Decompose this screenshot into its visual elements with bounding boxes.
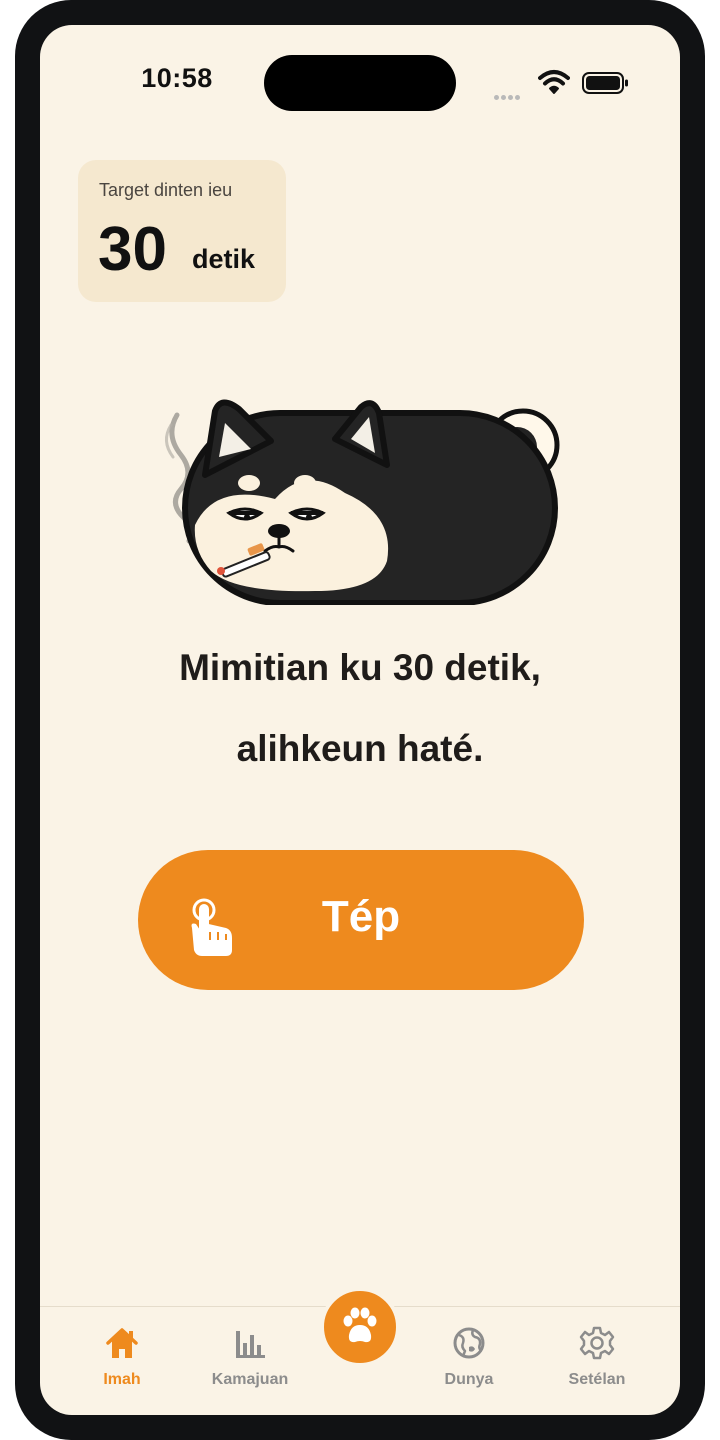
bar-chart-icon — [236, 1331, 265, 1358]
battery-icon — [582, 72, 628, 94]
tab-home[interactable]: Imah — [67, 1325, 177, 1395]
tab-settings[interactable]: Setélan — [542, 1325, 652, 1395]
tab-progress[interactable]: Kamajuan — [195, 1325, 305, 1395]
daily-target-value: 30 — [98, 215, 167, 284]
home-indicator — [40, 1401, 680, 1415]
paw-button[interactable] — [320, 1287, 400, 1367]
tap-button[interactable]: Tép — [138, 850, 584, 990]
tap-hand-icon — [191, 898, 232, 956]
headline-line-2: alihkeun haté. — [236, 728, 484, 769]
wifi-icon — [538, 70, 570, 94]
daily-target-card: Target dinten ieu 30 detik — [78, 160, 286, 302]
tab-world-label: Dunya — [444, 1371, 494, 1388]
globe-icon — [453, 1327, 485, 1359]
status-time: 10:58 — [141, 63, 213, 93]
daily-target-unit: detik — [192, 244, 256, 274]
gear-icon — [579, 1326, 615, 1360]
smoking-shiba-dog-illustration — [165, 399, 560, 605]
daily-target-label: Target dinten ieu — [99, 180, 233, 200]
tab-home-label: Imah — [103, 1371, 141, 1388]
paw-icon — [343, 1307, 377, 1343]
app-screen: 10:58 Target dinten ieu 30 detik Mimitia… — [40, 25, 680, 1415]
home-icon — [106, 1328, 138, 1358]
tab-progress-label: Kamajuan — [211, 1371, 289, 1388]
tab-world[interactable]: Dunya — [414, 1325, 524, 1395]
signal-icon — [494, 87, 530, 100]
tab-settings-label: Setélan — [568, 1371, 626, 1388]
tap-button-label: Tép — [321, 892, 401, 941]
dynamic-island — [264, 55, 456, 111]
headline-line-1: Mimitian ku 30 detik, — [179, 647, 541, 688]
